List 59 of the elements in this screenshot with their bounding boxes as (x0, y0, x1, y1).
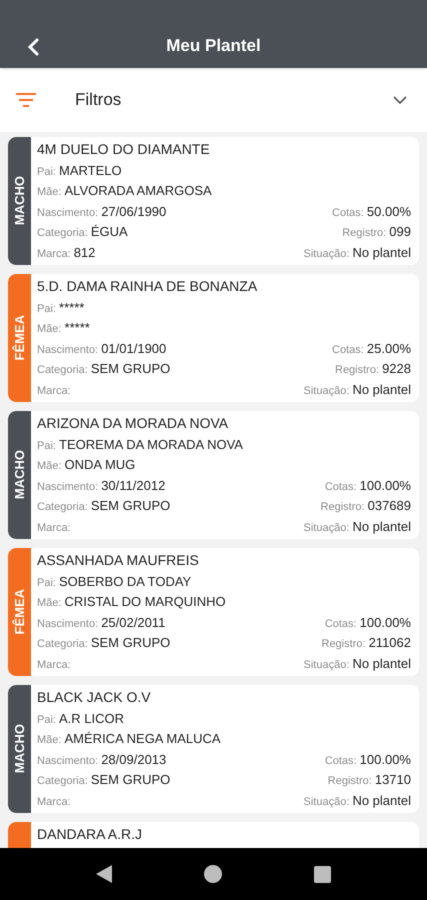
field-text: Situação: No plantel (304, 792, 411, 810)
field-text: Categoria: ÉGUA (37, 223, 128, 242)
field-text: Nascimento: 30/11/2012 (37, 476, 166, 495)
field-text: Cotas: 50.00% (332, 202, 411, 221)
field-text: Pai: ***** (37, 299, 84, 317)
field-text: Nascimento: 25/02/2011 (37, 614, 166, 632)
animal-name: ASSANHADA MAUFREIS (37, 551, 199, 570)
back-icon (26, 38, 40, 56)
field-text: Categoria: SEM GRUPO (37, 634, 170, 652)
field-text: Nascimento: 27/06/1990 (37, 202, 166, 221)
field-text: Situação: No plantel (304, 654, 411, 673)
field-text: Marca: (37, 520, 71, 536)
sex-tag: MACHO (8, 411, 31, 539)
animal-name: ARIZONA DA MORADA NOVA (37, 414, 228, 433)
field-text: Marca: (37, 658, 71, 673)
animal-name: 5.D. DAMA RAINHA DE BONANZA (37, 277, 258, 296)
home-circle-icon[interactable] (204, 865, 222, 883)
field-text: Registro: 13710 (328, 771, 411, 790)
animal-name: DANDARA A.R.J (37, 825, 142, 844)
field-text: Categoria: SEM GRUPO (37, 497, 170, 516)
field-text: Cotas: 100.00% (324, 614, 411, 632)
sex-tag: FÊMEA (8, 548, 31, 676)
field-text: Marca: 812 (37, 244, 96, 262)
field-text: Registro: 9228 (335, 360, 411, 378)
back-triangle-icon[interactable] (96, 865, 112, 883)
screen-title: Meu Plantel (166, 34, 261, 56)
field-text: Categoria: SEM GRUPO (37, 360, 170, 378)
field-text: Registro: 211062 (322, 634, 411, 652)
field-text: Mãe: AMÉRICA NEGA MALUCA (37, 730, 221, 748)
animal-card[interactable]: DANDARA A.R.J (8, 822, 419, 848)
field-text: Pai: A.R LICOR (37, 710, 124, 728)
field-text: Mãe: ***** (37, 319, 90, 338)
field-text: Registro: 037689 (320, 497, 411, 516)
filter-icon (16, 93, 36, 107)
field-text: Marca: (37, 384, 71, 399)
field-text: Situação: No plantel (304, 244, 411, 262)
field-text: Cotas: 100.00% (324, 750, 411, 769)
filter-toggle[interactable]: Filtros (0, 68, 427, 132)
field-text: Cotas: 100.00% (324, 476, 411, 495)
square-icon[interactable] (314, 866, 331, 882)
field-text: Nascimento: 28/09/2013 (37, 750, 166, 769)
field-text: Mãe: ALVORADA AMARGOSA (37, 182, 212, 200)
sex-tag: MACHO (8, 137, 31, 265)
field-text: Categoria: SEM GRUPO (37, 771, 170, 790)
field-text: Registro: 099 (342, 223, 411, 242)
animal-name: 4M DUELO DO DIAMANTE (37, 140, 210, 159)
field-text: Marca: (37, 794, 71, 810)
field-text: Situação: No plantel (304, 380, 411, 399)
field-text: Pai: SOBERBO DA TODAY (37, 573, 192, 591)
field-text: Pai: TEOREMA DA MORADA NOVA (37, 436, 243, 454)
field-text: Situação: No plantel (304, 518, 411, 536)
field-text: Mãe: CRISTAL DO MARQUINHO (37, 593, 226, 612)
sex-tag: FÊMEA (8, 274, 31, 402)
field-text: Nascimento: 01/01/1900 (37, 340, 166, 358)
sex-tag: MACHO (8, 685, 31, 813)
animal-name: BLACK JACK O.V (37, 688, 151, 707)
field-text: Mãe: ONDA MUG (37, 456, 136, 474)
field-text: Cotas: 25.00% (332, 340, 411, 358)
field-text: Pai: MARTELO (37, 162, 122, 180)
